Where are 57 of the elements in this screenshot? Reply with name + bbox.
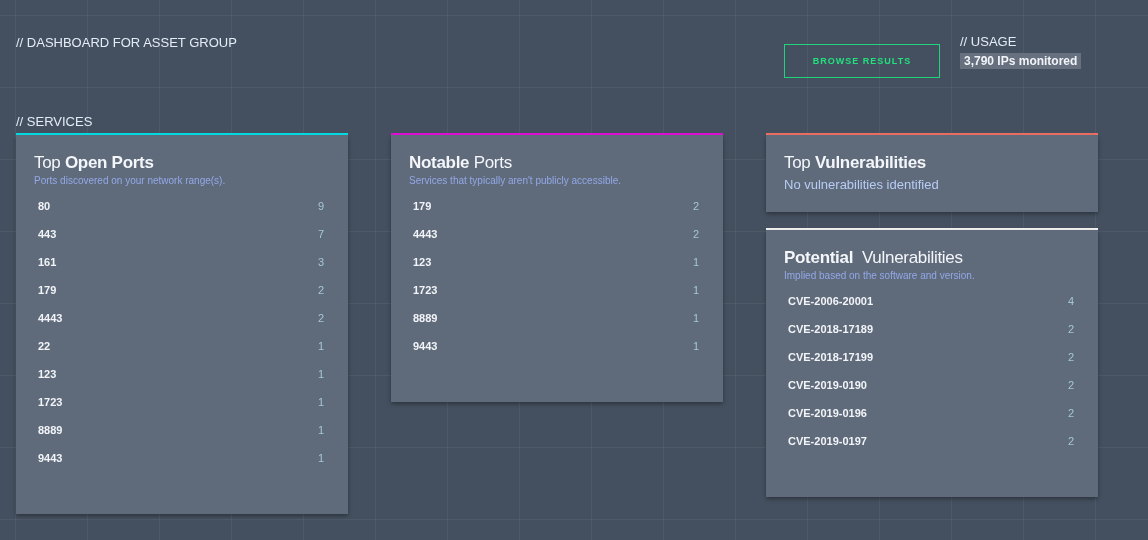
section-label: // SERVICES: [16, 113, 94, 131]
row-count: 1: [692, 284, 699, 296]
row-count: 2: [1067, 435, 1074, 447]
row-count: 4: [1067, 295, 1074, 307]
row-count: 1: [317, 368, 324, 380]
row-label: 123: [38, 368, 57, 380]
page-title: // DASHBOARD FOR ASSET GROUP: [16, 35, 237, 50]
card-title: Notable Ports: [409, 153, 513, 173]
row-label: 443: [38, 228, 57, 240]
row-count: 1: [317, 396, 324, 408]
row-count: 1: [692, 256, 699, 268]
row-label: 4443: [38, 312, 63, 324]
card-subtitle: Ports discovered on your network range(s).: [34, 175, 227, 186]
row-count: 7: [317, 228, 324, 240]
row-label: 1723: [38, 396, 63, 408]
row-count: 2: [1067, 351, 1074, 363]
row-label: CVE-2018-17189: [788, 323, 873, 335]
row-label: 22: [38, 340, 51, 352]
card-message: No vulnerabilities identified: [784, 177, 940, 192]
row-label: CVE-2018-17199: [788, 351, 873, 363]
row-count: 2: [692, 200, 699, 212]
row-count: 2: [1067, 379, 1074, 391]
row-count: 2: [1067, 323, 1074, 335]
row-count: 2: [1067, 407, 1074, 419]
row-label: 8889: [38, 424, 63, 436]
usage-badge: 3,790 IPs monitored: [960, 53, 1082, 69]
card-title: Potential Vulnerabilities: [784, 248, 964, 268]
row-label: CVE-2019-0190: [788, 379, 867, 391]
row-count: 1: [692, 312, 699, 324]
card-title: Top Open Ports: [34, 153, 155, 173]
row-label: 123: [413, 256, 432, 268]
row-count: 2: [317, 312, 324, 324]
row-label: 1723: [413, 284, 438, 296]
row-count: 1: [317, 340, 324, 352]
row-count: 3: [317, 256, 324, 268]
row-label: 161: [38, 256, 57, 268]
row-label: 8889: [413, 312, 438, 324]
card-subtitle: Implied based on the software and version.: [784, 270, 976, 281]
row-label: CVE-2019-0196: [788, 407, 867, 419]
row-label: CVE-2006-20001: [788, 295, 873, 307]
row-count: 2: [317, 284, 324, 296]
row-label: CVE-2019-0197: [788, 435, 867, 447]
row-count: 1: [317, 424, 324, 436]
row-count: 9: [317, 200, 324, 212]
card-subtitle: Services that typically aren't publicly accessible.: [409, 175, 622, 186]
row-count: 2: [692, 228, 699, 240]
browse-results-button[interactable]: BROWSE RESULTS: [784, 44, 940, 78]
row-label: 4443: [413, 228, 438, 240]
row-label: 80: [38, 200, 51, 212]
row-label: 9443: [38, 452, 63, 464]
row-count: 1: [317, 452, 324, 464]
card-title: Top Vulnerabilities: [784, 153, 927, 173]
usage-label: // USAGE: [960, 34, 1018, 49]
row-count: 1: [692, 340, 699, 352]
row-label: 9443: [413, 340, 438, 352]
row-label: 179: [413, 200, 432, 212]
row-label: 179: [38, 284, 57, 296]
